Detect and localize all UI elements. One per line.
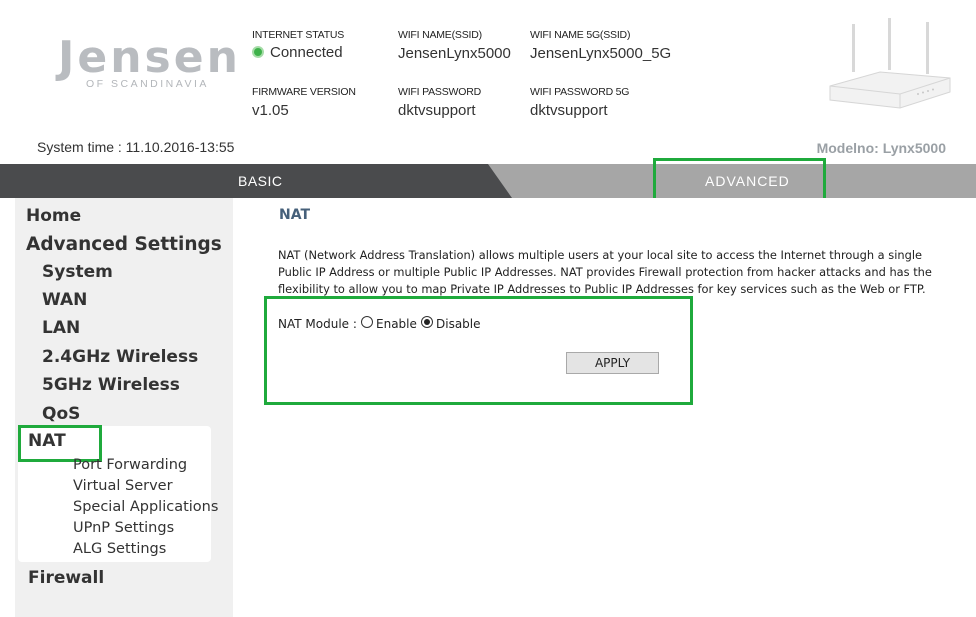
status-indicator-icon xyxy=(252,46,264,58)
advanced-tab-highlight xyxy=(653,158,826,201)
wifi-name-value: JensenLynx5000 xyxy=(398,45,511,62)
wifi-name-label: WIFI NAME(SSID) xyxy=(398,29,482,41)
tab-bar: BASIC ADVANCED xyxy=(0,164,976,198)
apply-button[interactable]: APPLY xyxy=(566,352,659,374)
logo-wordmark: Jensen xyxy=(58,32,241,83)
wifi-password: WIFI PASSWORD dktvsupport xyxy=(398,86,481,119)
sidebar-item-qos[interactable]: QoS xyxy=(42,404,80,424)
sidebar-subitem-special-applications[interactable]: Special Applications xyxy=(73,499,218,515)
sidebar-item-5ghz-wireless[interactable]: 5GHz Wireless xyxy=(42,375,180,395)
nat-module-highlight xyxy=(264,296,693,405)
sidebar-subitem-alg-settings[interactable]: ALG Settings xyxy=(73,541,166,557)
nat-enable-label[interactable]: Enable xyxy=(376,317,417,331)
sidebar-item-24ghz-wireless[interactable]: 2.4GHz Wireless xyxy=(42,347,198,367)
sidebar-subitem-upnp-settings[interactable]: UPnP Settings xyxy=(73,520,174,536)
wifi-name: WIFI NAME(SSID) JensenLynx5000 xyxy=(398,29,511,62)
nat-module-label: NAT Module : xyxy=(278,317,357,331)
internet-status-label: INTERNET STATUS xyxy=(252,29,345,41)
wifi-password-5g: WIFI PASSWORD 5G dktvsupport xyxy=(530,86,629,119)
firmware-value: v1.05 xyxy=(252,102,289,119)
nat-disable-radio[interactable] xyxy=(421,316,433,328)
wifi-password-5g-value: dktvsupport xyxy=(530,102,608,119)
sidebar-item-firewall[interactable]: Firewall xyxy=(28,568,104,588)
sidebar-item-home[interactable]: Home xyxy=(26,206,81,226)
nat-disable-label[interactable]: Disable xyxy=(436,317,481,331)
sidebar-subitem-virtual-server[interactable]: Virtual Server xyxy=(73,478,173,494)
logo-subtitle: OF SCANDINAVIA xyxy=(86,78,209,90)
wifi-name-5g: WIFI NAME 5G(SSID) JensenLynx5000_5G xyxy=(530,29,671,62)
wifi-password-value: dktvsupport xyxy=(398,102,476,119)
sidebar-item-advanced-settings[interactable]: Advanced Settings xyxy=(26,234,222,255)
wifi-name-5g-label: WIFI NAME 5G(SSID) xyxy=(530,29,631,41)
internet-status-value: Connected xyxy=(270,44,343,61)
page-title: NAT xyxy=(279,207,311,223)
header: Jensen OF SCANDINAVIA INTERNET STATUS Co… xyxy=(0,0,976,164)
wifi-password-5g-label: WIFI PASSWORD 5G xyxy=(530,86,630,98)
firmware-label: FIRMWARE VERSION xyxy=(252,86,356,98)
sidebar-item-system[interactable]: System xyxy=(42,262,113,282)
internet-status: INTERNET STATUS Connected xyxy=(252,29,344,61)
sidebar-item-wan[interactable]: WAN xyxy=(42,290,87,310)
sidebar-subitem-port-forwarding[interactable]: Port Forwarding xyxy=(73,457,187,473)
wifi-password-label: WIFI PASSWORD xyxy=(398,86,481,98)
sidebar-item-lan[interactable]: LAN xyxy=(42,318,80,338)
nat-enable-radio[interactable] xyxy=(361,316,373,328)
router-image xyxy=(829,18,951,109)
jensen-logo: Jensen OF SCANDINAVIA xyxy=(34,28,238,98)
firmware-version: FIRMWARE VERSION v1.05 xyxy=(252,86,356,119)
model-number: Modelno: Lynx5000 xyxy=(816,140,946,156)
wifi-name-5g-value: JensenLynx5000_5G xyxy=(530,45,672,62)
system-time: System time : 11.10.2016-13:55 xyxy=(37,139,235,155)
nat-description: NAT (Network Address Translation) allows… xyxy=(278,248,932,296)
tab-basic-label[interactable]: BASIC xyxy=(238,173,283,189)
